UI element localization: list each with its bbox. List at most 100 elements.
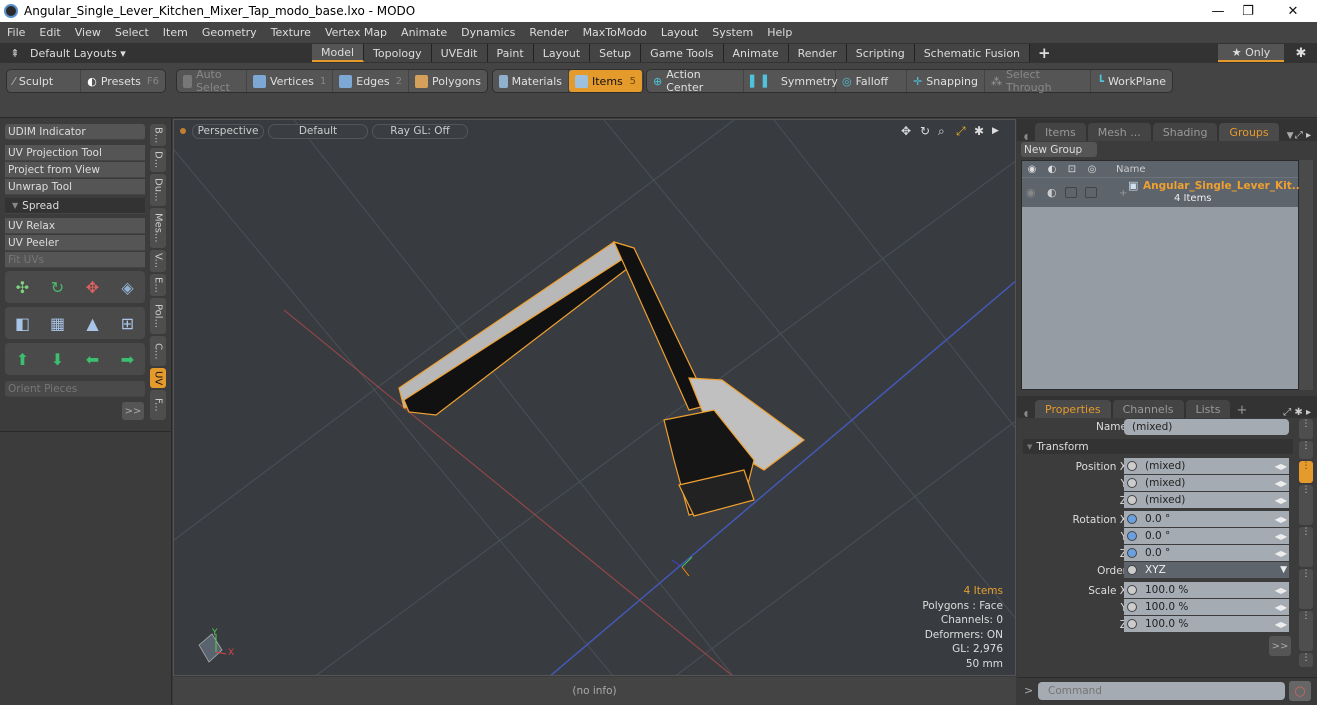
rotation-z-key-icon[interactable] xyxy=(1127,548,1137,558)
raygl-toggle[interactable]: Ray GL: Off xyxy=(372,123,468,139)
position-x-slider-icon[interactable]: ◀▶ xyxy=(1275,462,1287,471)
rotation-z-field[interactable]: 0.0 ° ◀▶ xyxy=(1124,545,1289,561)
panel-collapse-icon[interactable]: ◖ xyxy=(1017,132,1035,141)
materials-button[interactable]: Materials xyxy=(493,70,569,92)
tab-paint[interactable]: Paint xyxy=(487,44,534,62)
menu-help[interactable]: Help xyxy=(760,26,799,39)
name-field[interactable]: (mixed) xyxy=(1124,419,1289,435)
position-x-field[interactable]: (mixed) ◀▶ xyxy=(1124,458,1289,474)
vtab-polygon[interactable]: Pol... xyxy=(150,298,166,334)
order-key-icon[interactable] xyxy=(1127,565,1137,575)
tab-lists[interactable]: Lists xyxy=(1185,400,1231,418)
menu-layout[interactable]: Layout xyxy=(654,26,705,39)
row-render-icon[interactable]: ◐ xyxy=(1047,186,1057,199)
uv-perspective-icon[interactable]: ▲ xyxy=(78,310,108,336)
scale-y-field[interactable]: 100.0 % ◀▶ xyxy=(1124,599,1289,615)
zoom-view-icon[interactable]: ⌕ xyxy=(938,124,945,139)
uv-cube-icon[interactable]: ◈ xyxy=(113,274,143,300)
select-col-icon[interactable]: ◎ xyxy=(1082,164,1102,175)
tab-setup[interactable]: Setup xyxy=(590,44,642,62)
more-button[interactable]: >> xyxy=(122,402,144,420)
prop-side-tab-5[interactable]: ⋮ xyxy=(1299,569,1313,609)
tab-items[interactable]: Items xyxy=(1035,123,1086,141)
menu-dynamics[interactable]: Dynamics xyxy=(454,26,522,39)
align-down-icon[interactable]: ⬇ xyxy=(43,346,73,372)
menu-system[interactable]: System xyxy=(705,26,760,39)
tab-animate[interactable]: Animate xyxy=(723,44,789,62)
uv-planar-icon[interactable]: ▦ xyxy=(43,310,73,336)
maximize-panel-icon[interactable]: ⤢ ▸ xyxy=(1295,130,1311,141)
rotation-x-key-icon[interactable] xyxy=(1127,514,1137,524)
add-tab-button[interactable]: + xyxy=(1030,44,1059,62)
transform-section[interactable]: ▼ Transform xyxy=(1023,439,1293,454)
groups-scrollbar[interactable] xyxy=(1299,160,1313,390)
prop-side-tab-1[interactable]: ⋮ xyxy=(1299,419,1313,439)
tab-scripting[interactable]: Scripting xyxy=(846,44,915,62)
scale-z-field[interactable]: 100.0 % ◀▶ xyxy=(1124,616,1289,632)
scale-z-slider-icon[interactable]: ◀▶ xyxy=(1275,620,1287,629)
vtab-deform[interactable]: D... xyxy=(150,148,166,172)
falloff-button[interactable]: ◎ Falloff xyxy=(836,70,908,92)
menu-view[interactable]: View xyxy=(68,26,108,39)
menu-geometry[interactable]: Geometry xyxy=(195,26,264,39)
snapping-button[interactable]: ✛ Snapping xyxy=(907,70,985,92)
prop-side-tab-active[interactable]: ⋮ xyxy=(1299,461,1313,483)
rotation-x-slider-icon[interactable]: ◀▶ xyxy=(1275,515,1287,524)
rotation-z-slider-icon[interactable]: ◀▶ xyxy=(1275,549,1287,558)
auto-select-button[interactable]: Auto Select xyxy=(177,68,247,94)
select-through-button[interactable]: ⁂ Select Through xyxy=(985,68,1092,94)
properties-more-button[interactable]: >> xyxy=(1269,636,1291,656)
add-properties-tab-button[interactable]: + xyxy=(1236,403,1247,418)
row-select-toggle[interactable] xyxy=(1085,187,1097,198)
gear-icon[interactable]: ✱ xyxy=(1292,46,1310,61)
position-z-key-icon[interactable] xyxy=(1127,495,1137,505)
order-dropdown[interactable]: XYZ ▼ xyxy=(1124,562,1289,578)
vtab-vertex[interactable]: V... xyxy=(150,250,166,272)
only-toggle[interactable]: ★ Only xyxy=(1218,44,1284,62)
shading-dropdown[interactable]: Default xyxy=(268,123,368,139)
menu-edit[interactable]: Edit xyxy=(32,26,67,39)
visibility-col-icon[interactable]: ◉ xyxy=(1022,164,1042,175)
close-button[interactable]: ✕ xyxy=(1270,0,1316,22)
position-x-key-icon[interactable] xyxy=(1127,461,1137,471)
fit-view-icon[interactable]: ⤢ xyxy=(956,124,966,139)
expand-icon[interactable]: + xyxy=(1119,188,1127,199)
scale-x-field[interactable]: 100.0 % ◀▶ xyxy=(1124,582,1289,598)
rotation-y-slider-icon[interactable]: ◀▶ xyxy=(1275,532,1287,541)
viewport-settings-icon[interactable]: ✱ xyxy=(974,124,984,138)
items-button[interactable]: Items 5 xyxy=(569,70,643,92)
rotation-y-field[interactable]: 0.0 ° ◀▶ xyxy=(1124,528,1289,544)
tab-groups[interactable]: Groups xyxy=(1219,123,1279,141)
position-y-key-icon[interactable] xyxy=(1127,478,1137,488)
position-z-field[interactable]: (mixed) ◀▶ xyxy=(1124,492,1289,508)
project-from-view-button[interactable]: Project from View xyxy=(5,162,145,178)
tab-schematic-fusion[interactable]: Schematic Fusion xyxy=(914,44,1031,62)
position-z-slider-icon[interactable]: ◀▶ xyxy=(1275,496,1287,505)
vtab-mesh[interactable]: Mes... xyxy=(150,208,166,248)
vtab-edge[interactable]: E... xyxy=(150,274,166,296)
tab-properties[interactable]: Properties xyxy=(1035,400,1111,418)
menu-animate[interactable]: Animate xyxy=(394,26,454,39)
uv-relax-button[interactable]: UV Relax xyxy=(5,218,145,234)
record-macro-icon[interactable]: ○ xyxy=(1289,681,1311,701)
menu-file[interactable]: File xyxy=(0,26,32,39)
polygons-button[interactable]: Polygons xyxy=(409,70,487,92)
rotation-x-field[interactable]: 0.0 ° ◀▶ xyxy=(1124,511,1289,527)
new-group-button[interactable]: New Group xyxy=(1021,142,1097,157)
unwrap-tool-button[interactable]: Unwrap Tool xyxy=(5,179,145,195)
tabs-dropdown-icon[interactable]: ▼ xyxy=(1287,131,1294,141)
menu-vertex-map[interactable]: Vertex Map xyxy=(318,26,394,39)
row-lock-toggle[interactable] xyxy=(1065,187,1077,198)
scale-y-key-icon[interactable] xyxy=(1127,602,1137,612)
align-right-icon[interactable]: ➡ xyxy=(113,346,143,372)
uv-move-icon[interactable]: ✣ xyxy=(8,274,38,300)
menu-render[interactable]: Render xyxy=(522,26,575,39)
uv-sphere-icon[interactable]: ⊞ xyxy=(113,310,143,336)
tab-shading[interactable]: Shading xyxy=(1152,123,1218,141)
tab-model[interactable]: Model xyxy=(312,44,365,62)
vtab-duplicate[interactable]: Du... xyxy=(150,174,166,206)
vtab-uv[interactable]: UV xyxy=(150,368,166,388)
fit-uvs-button[interactable]: Fit UVs xyxy=(5,252,145,268)
3d-viewport[interactable]: Y X Perspective Default Ray GL: Off ✥ ↻ … xyxy=(173,119,1016,676)
render-col-icon[interactable]: ◐ xyxy=(1042,164,1062,175)
